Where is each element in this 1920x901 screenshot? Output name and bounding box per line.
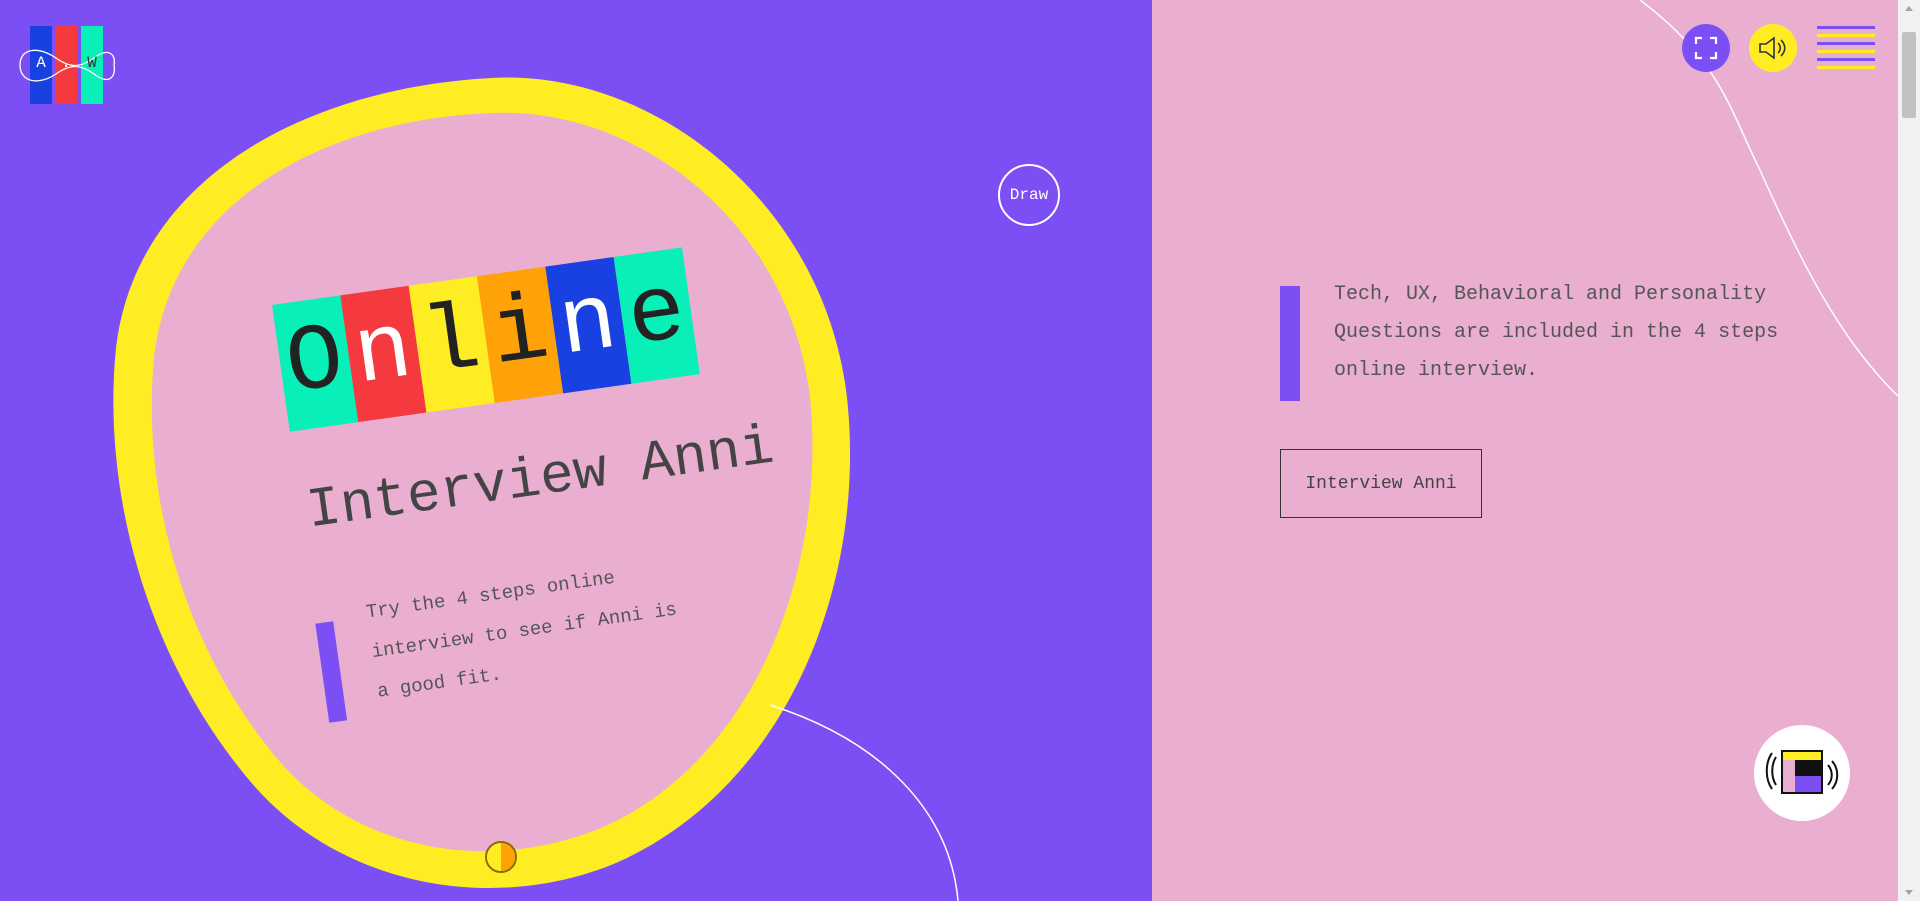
info-text: Tech, UX, Behavioral and Personality Que… <box>1334 283 1779 382</box>
menu-line-6 <box>1817 66 1875 69</box>
draw-button[interactable]: Draw <box>998 164 1060 226</box>
sound-button[interactable] <box>1749 24 1797 72</box>
interview-anni-button[interactable]: Interview Anni <box>1280 449 1482 518</box>
site-logo[interactable]: A . W <box>18 24 116 106</box>
menu-line-2 <box>1817 34 1875 37</box>
menu-line-4 <box>1817 50 1875 53</box>
scrollbar-thumb[interactable] <box>1902 32 1916 118</box>
hamburger-menu-icon <box>1817 26 1875 29</box>
logo-letter-dot: . <box>61 54 71 72</box>
half-circle-toggle-icon <box>487 843 501 871</box>
fullscreen-icon <box>1694 36 1718 60</box>
logo-letter-a: A <box>36 54 46 72</box>
menu-line-5 <box>1817 58 1875 61</box>
menu-line-3 <box>1817 42 1875 45</box>
page-scrollbar[interactable] <box>1898 0 1920 901</box>
left-panel: O n l i n e Interview Anni Try the 4 ste… <box>0 0 1152 901</box>
fullscreen-button[interactable] <box>1682 24 1730 72</box>
audio-player-icon <box>1765 750 1839 794</box>
half-circle-toggle-icon-right <box>501 843 515 871</box>
theme-toggle-button[interactable] <box>485 841 517 873</box>
scroll-down-arrow-icon[interactable] <box>1898 883 1920 901</box>
scroll-up-arrow-icon[interactable] <box>1898 0 1920 18</box>
logo-letter-w: W <box>87 54 97 72</box>
audio-player-widget[interactable] <box>1754 725 1850 821</box>
info-accent-bar <box>1280 286 1300 401</box>
menu-button[interactable] <box>1817 26 1875 70</box>
speaker-icon <box>1759 36 1786 60</box>
